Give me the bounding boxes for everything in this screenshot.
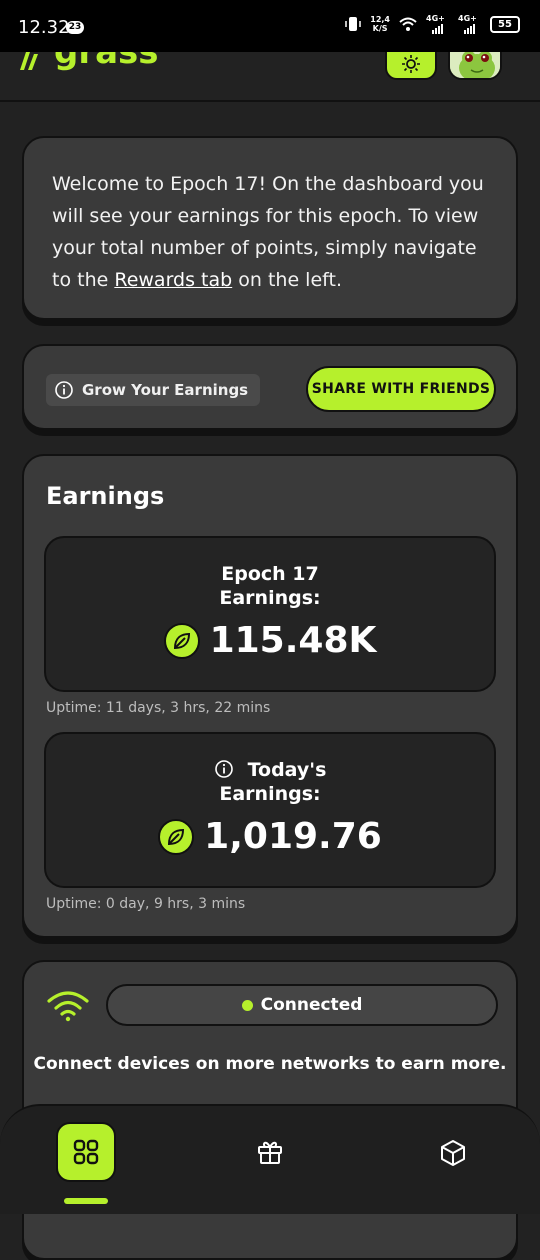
today-earnings-box: Today's Earnings: 1,019.76	[44, 732, 496, 888]
wifi-icon	[47, 991, 89, 1022]
today-earnings-value: 1,019.76	[46, 816, 494, 857]
battery-indicator: 55	[490, 15, 520, 33]
grow-earnings-pill[interactable]: Grow Your Earnings	[46, 374, 261, 406]
network-speed: 12,4 K/S	[370, 15, 390, 33]
earnings-title: Earnings	[46, 482, 165, 510]
app-header: grass	[0, 32, 540, 102]
today-earnings-amount: 1,019.76	[204, 816, 382, 857]
sim2-label: 4G+	[458, 14, 477, 23]
avatar[interactable]	[448, 48, 502, 80]
welcome-text-end: on the left.	[232, 269, 342, 291]
cube-icon	[441, 1140, 465, 1166]
welcome-card: Welcome to Epoch 17! On the dashboard yo…	[22, 136, 518, 320]
network-speed-value: 12,4	[370, 15, 390, 24]
today-label-line1: Today's	[247, 759, 327, 781]
grow-earnings-label: Grow Your Earnings	[82, 381, 249, 399]
sun-icon	[402, 55, 420, 73]
epoch-earnings-label: Epoch 17 Earnings:	[46, 562, 494, 610]
epoch-label-line2: Earnings:	[219, 587, 321, 609]
today-earnings-label: Today's Earnings:	[46, 758, 494, 806]
sim1-signal: 4G+	[426, 14, 450, 34]
today-label-line2: Earnings:	[219, 783, 321, 805]
dashboard-grid-icon	[73, 1139, 99, 1165]
gift-icon	[258, 1141, 282, 1164]
nav-dashboard-button[interactable]	[56, 1122, 116, 1182]
leaf-coin-icon	[163, 622, 200, 659]
today-uptime: Uptime: 0 day, 9 hrs, 3 mins	[46, 896, 246, 912]
epoch-earnings-box: Epoch 17 Earnings: 115.48K	[44, 536, 496, 692]
earnings-card: Earnings Epoch 17 Earnings: 115.48K Upti…	[22, 454, 518, 938]
epoch-earnings-amount: 115.48K	[209, 620, 377, 661]
nav-rewards-button[interactable]	[256, 1138, 284, 1170]
info-icon[interactable]	[214, 759, 234, 779]
leaf-coin-icon	[158, 818, 195, 855]
theme-toggle-button[interactable]	[385, 48, 437, 80]
status-bar: 12.32 23 12,4 K/S 4G+ 4G+ 55	[0, 0, 540, 52]
status-icons: 12,4 K/S 4G+ 4G+ 55	[344, 14, 520, 34]
frog-avatar-image	[450, 50, 500, 78]
network-speed-unit: K/S	[372, 24, 388, 33]
grass-logo-icon	[20, 52, 38, 70]
connect-devices-message: Connect devices on more networks to earn…	[33, 1054, 507, 1074]
active-tab-indicator	[64, 1198, 108, 1204]
sim2-signal: 4G+	[458, 14, 482, 34]
wifi-status-icon	[399, 17, 417, 31]
vibrate-icon	[345, 17, 361, 31]
epoch-label-line1: Epoch 17	[221, 563, 319, 585]
sim1-label: 4G+	[426, 14, 445, 23]
notification-badge: 23	[66, 21, 84, 34]
connection-status-pill: Connected	[106, 984, 498, 1026]
epoch-uptime: Uptime: 11 days, 3 hrs, 22 mins	[46, 700, 271, 716]
rewards-tab-link[interactable]: Rewards tab	[114, 269, 232, 291]
share-with-friends-button[interactable]: SHARE WITH FRIENDS	[306, 366, 496, 412]
info-icon	[55, 381, 73, 399]
bottom-navigation	[0, 1104, 540, 1214]
grow-earnings-card: Grow Your Earnings SHARE WITH FRIENDS	[22, 344, 518, 430]
connection-status: Connected	[260, 995, 363, 1015]
epoch-earnings-value: 115.48K	[46, 620, 494, 661]
grass-logo[interactable]: grass	[18, 32, 159, 72]
nav-devices-button[interactable]	[438, 1138, 468, 1172]
status-dot	[241, 999, 253, 1011]
status-time: 12.32	[18, 17, 70, 38]
